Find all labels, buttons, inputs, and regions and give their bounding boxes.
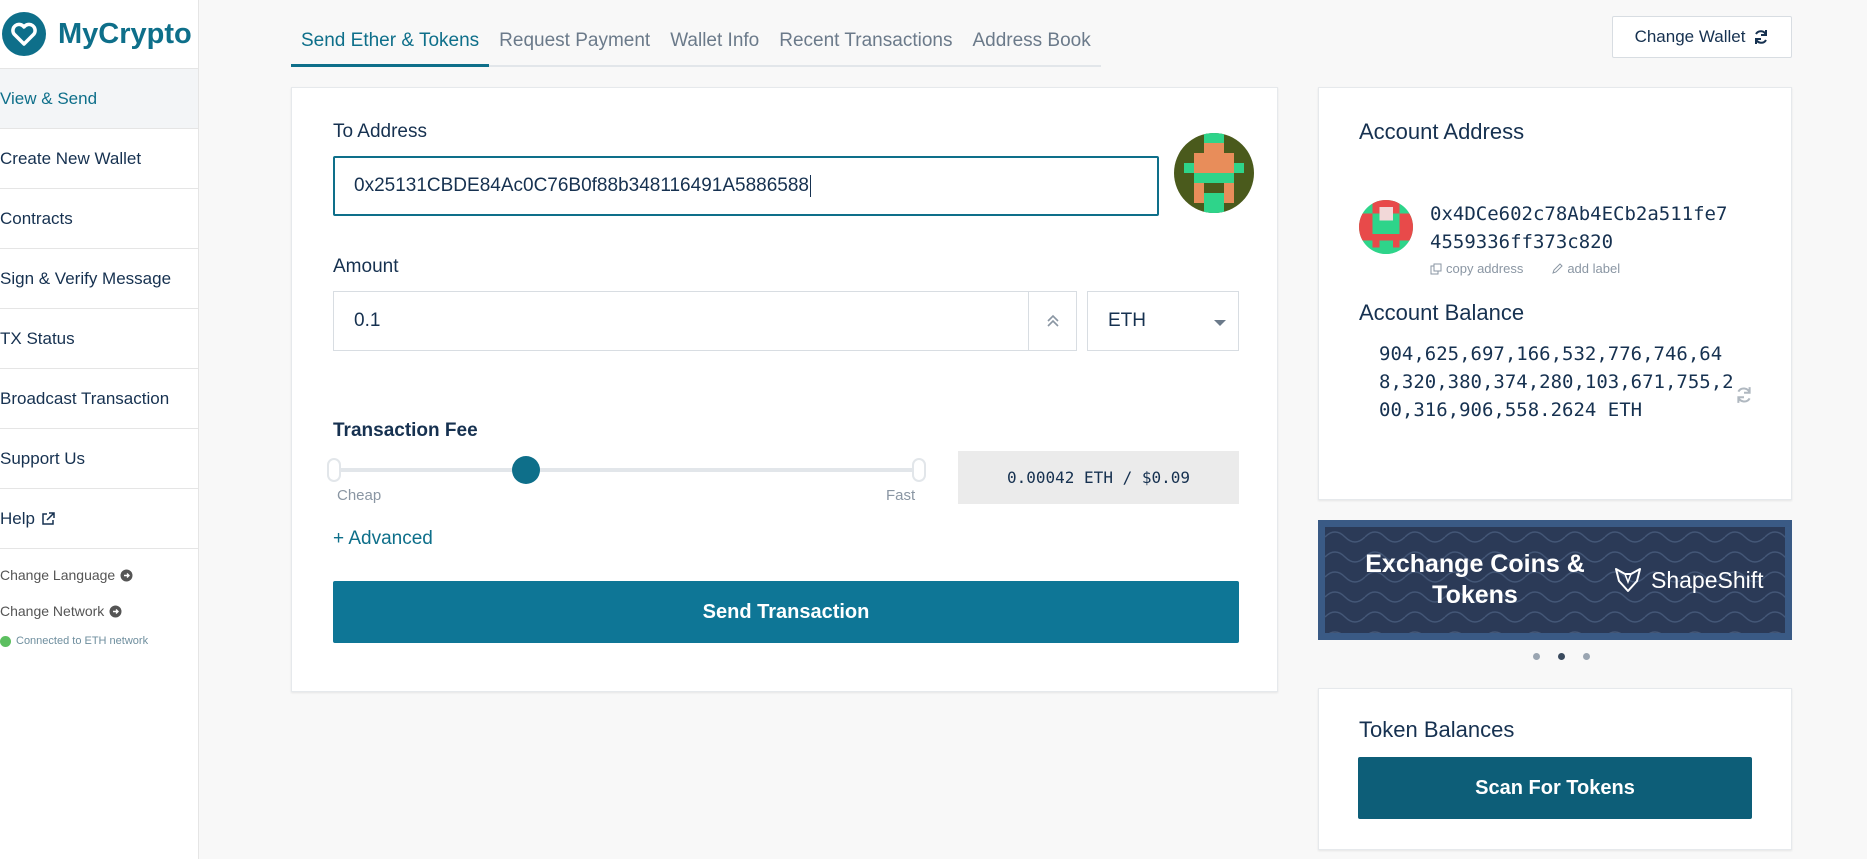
- arrow-circle-icon: [120, 569, 133, 581]
- advanced-toggle[interactable]: + Advanced: [333, 528, 433, 550]
- account-identicon: [1359, 200, 1413, 254]
- carousel-dot-active[interactable]: [1558, 653, 1565, 660]
- to-address-value: 0x25131CBDE84Ac0C76B0f88b348116491A58865…: [354, 175, 809, 196]
- account-address-title: Account Address: [1359, 119, 1525, 144]
- fee-value: 0.00042 ETH / $0.09: [958, 451, 1239, 504]
- to-address-label: To Address: [333, 121, 427, 142]
- logo[interactable]: MyCrypto: [0, 0, 198, 69]
- fee-cheap-label: Cheap: [337, 487, 382, 504]
- tab-address-book[interactable]: Address Book: [962, 20, 1100, 65]
- change-wallet-button[interactable]: Change Wallet: [1612, 16, 1792, 58]
- scan-for-tokens-button[interactable]: Scan For Tokens: [1358, 757, 1752, 819]
- unit-select[interactable]: ETH: [1087, 291, 1239, 351]
- change-language-link[interactable]: Change Language: [0, 557, 198, 593]
- chevron-down-icon: [1214, 320, 1226, 326]
- status-dot-icon: [0, 635, 11, 647]
- app-name: MyCrypto: [58, 17, 192, 50]
- change-language-label: Change Language: [0, 567, 116, 583]
- sidebar-item-help-label: Help: [0, 508, 35, 528]
- fox-icon: [1615, 568, 1641, 592]
- add-label-label: add label: [1567, 261, 1621, 276]
- account-balance-value: 904,625,697,166,532,776,746,648,320,380,…: [1379, 343, 1734, 421]
- address-actions: copy address add label: [1430, 261, 1648, 276]
- account-address-value: 0x4DCe602c78Ab4ECb2a511fe74559336ff373c8…: [1430, 203, 1728, 253]
- to-address-input[interactable]: 0x25131CBDE84Ac0C76B0f88b348116491A58865…: [333, 156, 1159, 216]
- network-status: Connected to ETH network: [0, 635, 198, 647]
- send-panel: To Address 0x25131CBDE84Ac0C76B0f88b3481…: [291, 87, 1278, 692]
- amount-label: Amount: [333, 256, 399, 277]
- token-balances-title: Token Balances: [1359, 717, 1515, 742]
- shapeshift-brand: ShapeShift: [1613, 565, 1764, 595]
- tab-wallet-info[interactable]: Wallet Info: [660, 20, 769, 65]
- tab-bar: Send Ether & Tokens Request Payment Wall…: [291, 20, 1101, 67]
- tab-recent-transactions[interactable]: Recent Transactions: [769, 20, 962, 65]
- fee-slider-min: [327, 458, 341, 482]
- change-wallet-label: Change Wallet: [1634, 27, 1746, 46]
- sidebar-item-view-send[interactable]: View & Send: [0, 69, 198, 129]
- copy-address-button[interactable]: copy address: [1430, 261, 1537, 276]
- fee-fast-label: Fast: [886, 487, 916, 504]
- arrow-circle-icon: [109, 605, 122, 617]
- pencil-icon: [1552, 262, 1564, 274]
- mycrypto-logo-icon: [2, 12, 46, 56]
- fee-slider-max: [912, 458, 926, 482]
- sidebar-item-broadcast[interactable]: Broadcast Transaction: [0, 369, 198, 429]
- refresh-icon: [1755, 30, 1768, 44]
- double-chevron-up-icon: [1046, 314, 1059, 327]
- amount-input[interactable]: 0.1: [333, 291, 1077, 351]
- to-address-identicon: [1174, 133, 1254, 213]
- refresh-balance-icon[interactable]: [1735, 386, 1753, 404]
- change-network-label: Change Network: [0, 603, 105, 619]
- unit-value: ETH: [1108, 310, 1146, 331]
- sidebar-item-help[interactable]: Help: [0, 489, 198, 549]
- send-everything-button[interactable]: [1028, 292, 1076, 350]
- shapeshift-label: ShapeShift: [1651, 566, 1764, 593]
- change-network-link[interactable]: Change Network: [0, 593, 198, 629]
- sidebar-item-tx-status[interactable]: TX Status: [0, 309, 198, 369]
- sidebar: MyCrypto View & Send Create New Wallet C…: [0, 0, 199, 859]
- copy-icon: [1430, 263, 1442, 274]
- account-balance-title: Account Balance: [1359, 300, 1525, 325]
- carousel-dot[interactable]: [1533, 653, 1540, 660]
- copy-address-label: copy address: [1446, 261, 1524, 276]
- promo-text: Exchange Coins & Tokens: [1365, 550, 1585, 609]
- fee-slider-handle[interactable]: [512, 456, 541, 484]
- amount-value: 0.1: [354, 310, 381, 331]
- external-link-icon: [42, 511, 55, 525]
- network-status-text: Connected to ETH network: [16, 635, 149, 647]
- token-balances-card: Token Balances Scan For Tokens: [1318, 688, 1792, 850]
- fee-slider-track[interactable]: [334, 468, 917, 472]
- transaction-fee-label: Transaction Fee: [333, 420, 478, 441]
- add-label-button[interactable]: add label: [1551, 261, 1634, 276]
- sidebar-item-contracts[interactable]: Contracts: [0, 189, 198, 249]
- send-transaction-button[interactable]: Send Transaction: [333, 581, 1239, 643]
- sidebar-item-sign-verify[interactable]: Sign & Verify Message: [0, 249, 198, 309]
- sidebar-item-create-wallet[interactable]: Create New Wallet: [0, 129, 198, 189]
- tab-send[interactable]: Send Ether & Tokens: [291, 20, 490, 67]
- promo-carousel-dots: [1524, 653, 1599, 660]
- account-card: Account Address 0x4DCe602c78Ab4ECb2a511f…: [1318, 87, 1792, 500]
- sidebar-item-support[interactable]: Support Us: [0, 429, 198, 489]
- shapeshift-promo-banner[interactable]: Exchange Coins & Tokens ShapeShift: [1318, 520, 1792, 640]
- tab-request[interactable]: Request Payment: [489, 20, 660, 65]
- carousel-dot[interactable]: [1583, 653, 1590, 660]
